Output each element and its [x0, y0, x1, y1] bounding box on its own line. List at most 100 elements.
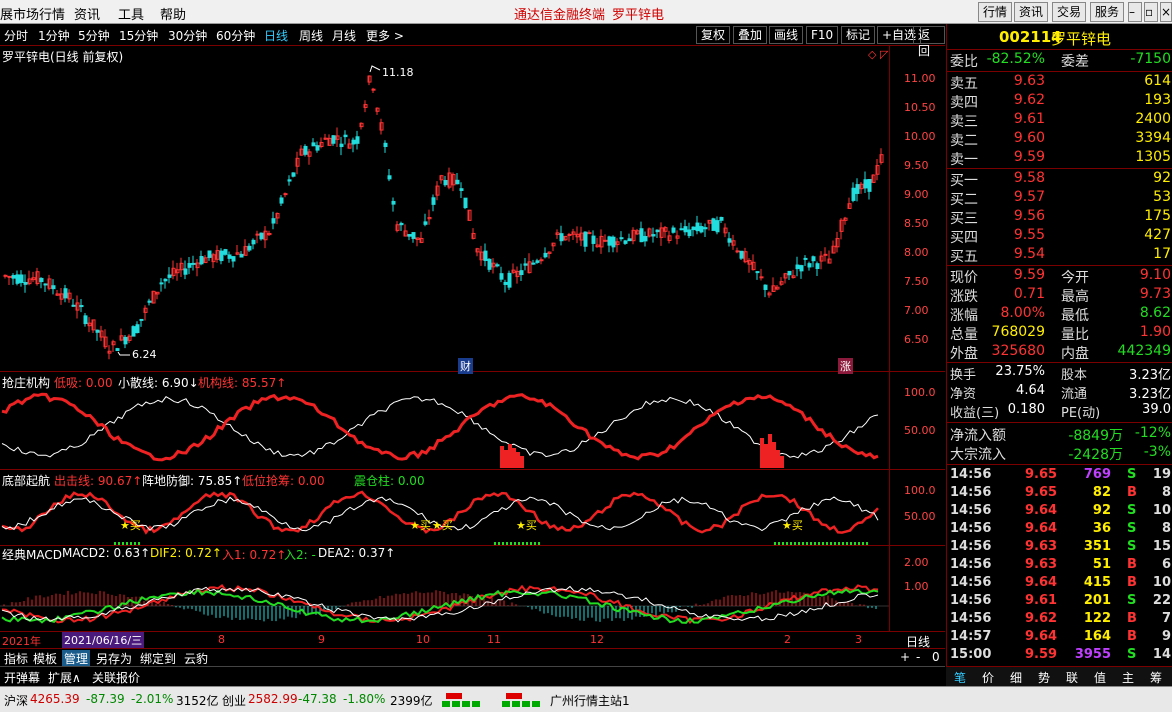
- ytick: 11.00: [904, 72, 936, 85]
- ind2-y-axis: 100.0 50.00: [889, 470, 945, 545]
- zhencang-bar: [122, 542, 124, 545]
- x-month: 8: [218, 633, 225, 646]
- candle-body: [279, 197, 284, 204]
- close-icon[interactable]: ×: [1160, 2, 1172, 22]
- tab-yunbao[interactable]: 云豹: [184, 650, 208, 667]
- period-60min[interactable]: 60分钟: [216, 27, 255, 44]
- candle-body: [671, 227, 676, 233]
- candle-body: [351, 139, 356, 145]
- indicator-dibu-panel[interactable]: 底部起航 出击线: 90.67↑ 阵地防御: 75.85↑ 低位抢筹: 0.00…: [0, 470, 945, 546]
- reset-button[interactable]: 0: [932, 650, 940, 664]
- menu-help[interactable]: 帮助: [160, 4, 186, 23]
- dixi-bar: [504, 450, 508, 468]
- candle-body: [643, 235, 648, 242]
- period-15min[interactable]: 15分钟: [119, 27, 158, 44]
- tab-bind[interactable]: 绑定到: [140, 650, 176, 667]
- related-quote-button[interactable]: 关联报价: [92, 669, 140, 686]
- bid-volume: 175: [1144, 208, 1171, 224]
- menu-news[interactable]: 资讯: [74, 4, 100, 23]
- quote-tab[interactable]: 价: [982, 669, 994, 686]
- zoom-in-button[interactable]: +: [900, 650, 910, 664]
- stat2-label: 换手: [950, 368, 977, 383]
- kline-chart[interactable]: [0, 46, 889, 372]
- tick-row: 14:57 9.64 164 B 9: [947, 629, 1172, 647]
- tab-save-as[interactable]: 另存为: [96, 650, 132, 667]
- server-name[interactable]: 广州行情主站1: [550, 692, 630, 709]
- quote-tab[interactable]: 细: [1010, 669, 1022, 686]
- macd-panel[interactable]: 经典MACD MACD2: 0.63↑ DIF2: 0.72↑ 入1: 0.72…: [0, 546, 945, 632]
- period-more[interactable]: 更多 >: [366, 27, 404, 44]
- expand-button[interactable]: 扩展∧: [48, 669, 81, 686]
- tab-manage[interactable]: 管理: [62, 650, 91, 667]
- period-1min[interactable]: 1分钟: [38, 27, 70, 44]
- indicator-qiangzhuang-panel[interactable]: 抢庄机构 低吸: 0.00 小散线: 6.90↓ 机构线: 85.57↑ 100…: [0, 372, 945, 470]
- quote-tab[interactable]: 筹: [1150, 669, 1162, 686]
- low-price-label: 6.24: [132, 348, 157, 361]
- flow-label: 净流入额: [950, 428, 1006, 444]
- mark-button[interactable]: 标记: [841, 26, 876, 44]
- stat-label: 量比: [1061, 327, 1089, 343]
- quote-tab[interactable]: 势: [1038, 669, 1050, 686]
- tick-volume: 36: [1092, 521, 1111, 536]
- candle-body: [815, 263, 820, 269]
- candle-body: [703, 227, 708, 230]
- dixi-bar: [516, 452, 520, 468]
- candle-body: [315, 145, 320, 151]
- ytick: 50.00: [904, 424, 936, 437]
- period-30min[interactable]: 30分钟: [168, 27, 207, 44]
- overlay-button[interactable]: 叠加: [733, 26, 768, 44]
- candle-body: [231, 256, 236, 262]
- candle-body: [23, 282, 28, 285]
- tick-count: 8: [1161, 485, 1171, 500]
- candle-body: [239, 253, 244, 258]
- service-button[interactable]: 服务: [1090, 2, 1125, 22]
- tab-indicator[interactable]: 指标: [4, 650, 28, 667]
- quote-tab[interactable]: 值: [1094, 669, 1106, 686]
- kline-panel[interactable]: 罗平锌电(日线 前复权) ◇ ◸ 11.18 6.24 财 涨 11.00 10…: [0, 46, 945, 374]
- quote-button[interactable]: 行情: [978, 2, 1013, 22]
- period-weekly[interactable]: 周线: [299, 27, 323, 44]
- menu-tools[interactable]: 工具: [118, 4, 144, 23]
- zoom-out-button[interactable]: -: [916, 650, 920, 664]
- candle-body: [139, 318, 144, 321]
- news-button[interactable]: 资讯: [1014, 2, 1049, 22]
- trade-button[interactable]: 交易: [1052, 2, 1087, 22]
- adjust-button[interactable]: 复权: [696, 26, 731, 44]
- cy-label[interactable]: 创业: [222, 692, 246, 709]
- period-5min[interactable]: 5分钟: [78, 27, 110, 44]
- quote-tab[interactable]: 主: [1122, 669, 1134, 686]
- x-month: 3: [855, 633, 862, 646]
- tick-count: 14: [1152, 647, 1171, 662]
- stat2-label: 股本: [1061, 368, 1088, 383]
- stat-label: 最低: [1061, 308, 1089, 324]
- bid-price: 9.54: [1013, 246, 1045, 262]
- bid-label: 买三: [950, 211, 978, 227]
- period-daily[interactable]: 日线: [264, 27, 288, 44]
- restore-icon[interactable]: ▫: [1144, 2, 1158, 22]
- ask-volume: 2400: [1135, 111, 1171, 127]
- quote-tab[interactable]: 联: [1066, 669, 1078, 686]
- menu-market[interactable]: 展市场行情: [0, 4, 65, 23]
- f10-button[interactable]: F10: [806, 26, 839, 44]
- bid-row: 买一 9.58 92: [947, 170, 1172, 189]
- sh-label[interactable]: 沪深: [4, 692, 28, 709]
- tick-volume: 3955: [1074, 647, 1111, 662]
- candle-body: [219, 250, 224, 262]
- candle-body: [719, 216, 724, 221]
- candle-body: [863, 179, 868, 189]
- quote-tab[interactable]: 笔: [954, 669, 966, 686]
- candle-body: [283, 193, 288, 196]
- x-month: 2: [784, 633, 791, 646]
- period-fenshi[interactable]: 分时: [4, 27, 28, 44]
- tick-count: 22: [1152, 593, 1171, 608]
- period-monthly[interactable]: 月线: [332, 27, 356, 44]
- zhencang-bar: [130, 542, 132, 545]
- draw-button[interactable]: 画线: [769, 26, 804, 44]
- danmu-button[interactable]: 开弹幕: [4, 669, 40, 686]
- back-button[interactable]: 返回: [913, 26, 945, 58]
- candle-body: [679, 228, 684, 231]
- tab-template[interactable]: 模板: [33, 650, 57, 667]
- zhencang-bar: [526, 542, 528, 545]
- candle-body: [19, 274, 24, 283]
- minimize-icon[interactable]: –: [1128, 2, 1142, 22]
